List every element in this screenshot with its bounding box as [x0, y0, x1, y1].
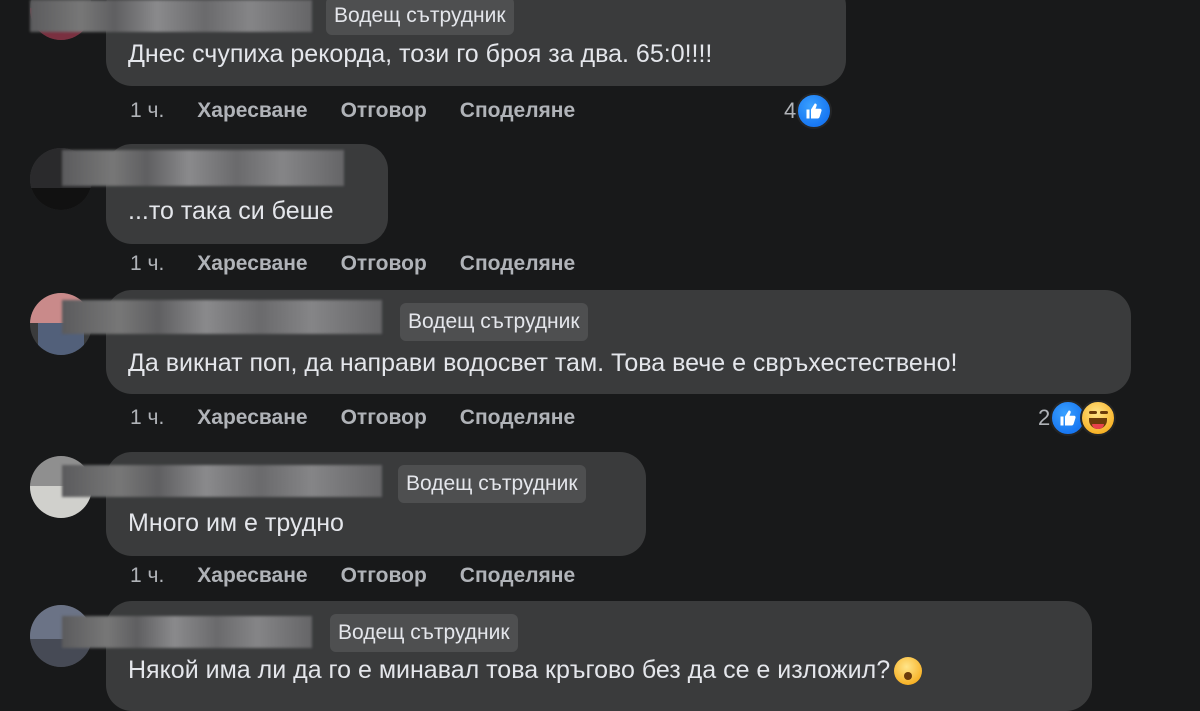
- comment-time[interactable]: 1 ч.: [130, 252, 164, 276]
- share-button[interactable]: Споделяне: [460, 564, 575, 588]
- reaction-count: 4: [784, 98, 797, 123]
- reaction-count: 2: [1038, 405, 1051, 430]
- thumbs-up-icon: [796, 93, 833, 129]
- comment-actions: 1 ч. Харесване Отговор Споделяне: [130, 564, 608, 588]
- share-button[interactable]: Споделяне: [460, 252, 575, 276]
- status-badge: Водещ сътрудник: [330, 614, 518, 652]
- status-badge: Водещ сътрудник: [400, 303, 588, 341]
- comment-text: Много им е трудно: [128, 509, 344, 537]
- comment-text-content: Някой има ли да го е минавал това кръгов…: [128, 656, 891, 684]
- author-name[interactable]: [62, 616, 312, 648]
- author-name[interactable]: [62, 150, 344, 186]
- comment-text: ...то така си беше: [128, 197, 334, 225]
- author-name[interactable]: [62, 465, 382, 497]
- reactions[interactable]: 4: [784, 93, 833, 129]
- comment-actions: 1 ч. Харесване Отговор Споделяне: [130, 406, 608, 430]
- comment-text: Някой има ли да го е минавал това кръгов…: [128, 656, 923, 686]
- hushed-face-emoji: [894, 657, 923, 686]
- reply-button[interactable]: Отговор: [341, 564, 427, 588]
- author-name[interactable]: [62, 300, 382, 334]
- like-button[interactable]: Харесване: [197, 252, 307, 276]
- haha-emoji-icon: [1080, 400, 1117, 436]
- comment-time[interactable]: 1 ч.: [130, 406, 164, 430]
- comment-time[interactable]: 1 ч.: [130, 564, 164, 588]
- like-button[interactable]: Харесване: [197, 99, 307, 123]
- comment-actions: 1 ч. Харесване Отговор Споделяне: [130, 252, 608, 276]
- status-badge: Водещ сътрудник: [398, 465, 586, 503]
- reply-button[interactable]: Отговор: [341, 406, 427, 430]
- like-button[interactable]: Харесване: [197, 564, 307, 588]
- comment-text: Да викнат поп, да направи водосвет там. …: [128, 349, 958, 377]
- comment-time[interactable]: 1 ч.: [130, 99, 164, 123]
- reactions[interactable]: 2: [1038, 400, 1117, 436]
- like-button[interactable]: Харесване: [197, 406, 307, 430]
- comment-actions: 1 ч. Харесване Отговор Споделяне: [130, 99, 608, 123]
- reply-button[interactable]: Отговор: [341, 99, 427, 123]
- author-name[interactable]: [30, 0, 312, 32]
- share-button[interactable]: Споделяне: [460, 99, 575, 123]
- status-badge: Водещ сътрудник: [326, 0, 514, 35]
- reply-button[interactable]: Отговор: [341, 252, 427, 276]
- comment-text: Днес счупиха рекорда, този го броя за дв…: [128, 40, 713, 68]
- share-button[interactable]: Споделяне: [460, 406, 575, 430]
